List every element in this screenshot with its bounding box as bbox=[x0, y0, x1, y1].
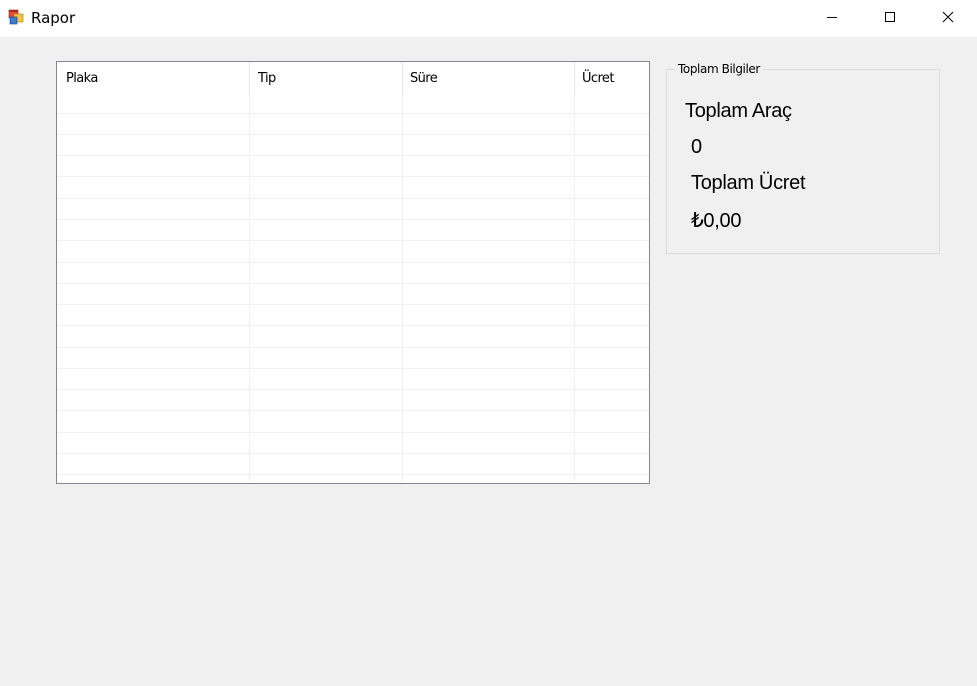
grid-line bbox=[57, 410, 649, 411]
grid-line bbox=[57, 325, 649, 326]
close-button[interactable] bbox=[919, 0, 977, 37]
column-header-tip[interactable]: Tip bbox=[258, 62, 276, 96]
grid-line bbox=[57, 283, 649, 284]
grid-line bbox=[57, 240, 649, 241]
minimize-icon bbox=[826, 10, 838, 28]
grid-line bbox=[57, 113, 649, 114]
total-vehicles-label: Toplam Araç bbox=[685, 100, 792, 122]
grid-line bbox=[57, 304, 649, 305]
column-separator[interactable] bbox=[574, 62, 575, 96]
grid-line bbox=[57, 347, 649, 348]
listview-header: Plaka Tip Süre Ücret bbox=[57, 62, 649, 96]
column-separator[interactable] bbox=[249, 62, 250, 96]
grid-line bbox=[57, 453, 649, 454]
column-header-sure[interactable]: Süre bbox=[410, 62, 438, 96]
report-listview[interactable]: Plaka Tip Süre Ücret bbox=[56, 61, 650, 484]
column-header-plaka[interactable]: Plaka bbox=[66, 62, 98, 96]
grid-line bbox=[57, 389, 649, 390]
maximize-button[interactable] bbox=[861, 0, 919, 37]
title-bar[interactable]: Rapor bbox=[0, 0, 977, 37]
window-title: Rapor bbox=[31, 9, 76, 27]
grid-line bbox=[57, 219, 649, 220]
grid-line bbox=[57, 176, 649, 177]
grid-line bbox=[57, 134, 649, 135]
grid-line bbox=[57, 198, 649, 199]
summary-group-title: Toplam Bilgiler bbox=[675, 62, 763, 76]
total-fee-value: ₺0,00 bbox=[691, 210, 742, 232]
close-icon bbox=[942, 10, 954, 28]
grid-line bbox=[57, 155, 649, 156]
column-header-ucret[interactable]: Ücret bbox=[582, 62, 614, 96]
minimize-button[interactable] bbox=[803, 0, 861, 37]
listview-body[interactable] bbox=[57, 96, 649, 483]
total-vehicles-value: 0 bbox=[691, 136, 702, 158]
grid-line bbox=[57, 368, 649, 369]
grid-line bbox=[57, 474, 649, 475]
column-separator[interactable] bbox=[402, 62, 403, 96]
total-fee-label: Toplam Ücret bbox=[691, 172, 806, 194]
maximize-icon bbox=[884, 10, 896, 28]
app-window-icon bbox=[8, 9, 24, 25]
grid-line bbox=[57, 432, 649, 433]
grid-line bbox=[57, 262, 649, 263]
